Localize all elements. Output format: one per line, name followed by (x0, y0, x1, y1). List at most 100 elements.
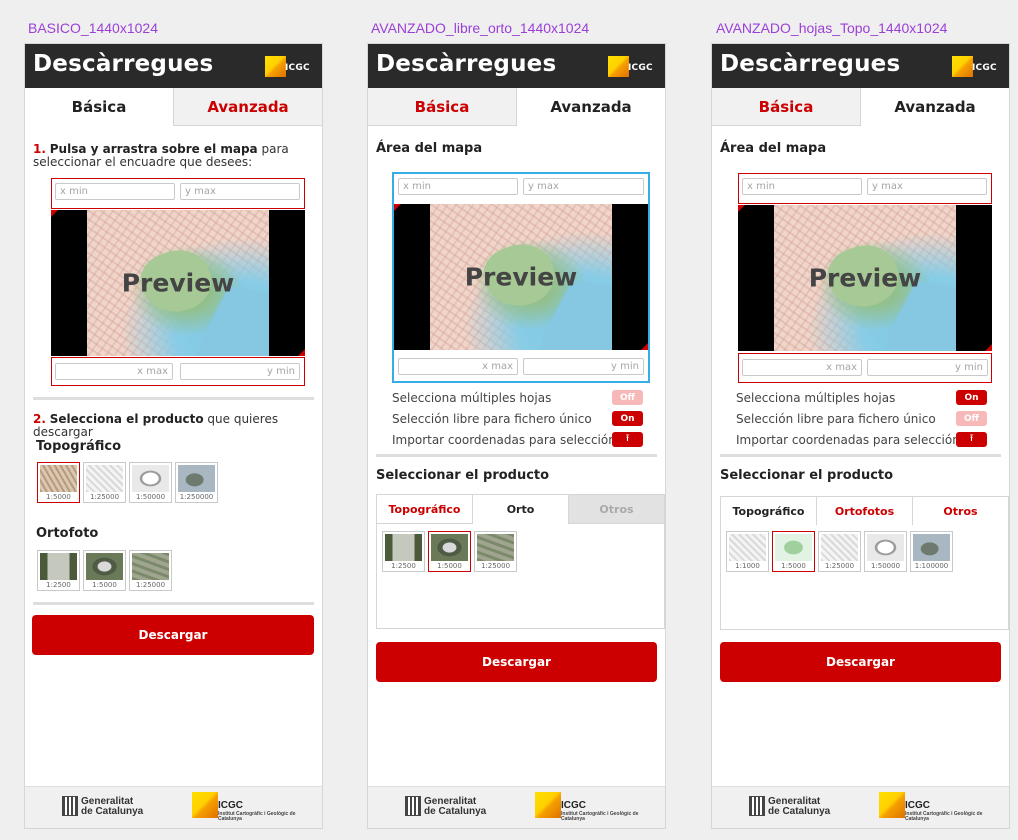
topo-thumb[interactable]: 1:25000 (83, 462, 126, 503)
drag-handle-tl[interactable] (738, 205, 745, 212)
topo-thumb[interactable]: 1:50000 (864, 531, 907, 572)
upload-icon[interactable]: ⭱ (612, 432, 643, 447)
ortho-thumb[interactable]: 1:5000 (428, 531, 471, 572)
x-max-input[interactable]: x max (742, 359, 862, 376)
y-min-input[interactable]: y min (180, 363, 300, 380)
product-title: Seleccionar el producto (376, 468, 550, 483)
drag-handle-br[interactable] (985, 344, 992, 351)
drag-handle-br[interactable] (298, 349, 305, 356)
tab-basica[interactable]: Básica (25, 88, 173, 126)
ortho-title: Ortofoto (36, 526, 99, 541)
generalitat-logo-text: Generalitat de Catalunya (81, 796, 144, 817)
y-min-input[interactable]: y min (523, 358, 644, 375)
generalitat-logo-text: Generalitat de Catalunya (424, 796, 487, 817)
topo-thumb[interactable]: 1:250000 (175, 462, 218, 503)
map-preview[interactable]: Preview (394, 204, 648, 350)
ortho-thumb[interactable]: 1:25000 (129, 550, 172, 591)
generalitat-icon (62, 796, 78, 816)
icgc-logo: ICGC (265, 56, 313, 77)
product-tab-otros[interactable]: Otros (913, 497, 1008, 526)
generalitat-icon (405, 796, 421, 816)
topo-thumb[interactable]: 1:5000 (37, 462, 80, 503)
option-import-coords: Importar coordenadas para selección ⭱ (392, 432, 643, 448)
topo-thumb[interactable]: 1:1000 (726, 531, 769, 572)
panel-hojas-topo: Descàrregues ICGC Básica Avanzada Área d… (711, 43, 1010, 829)
y-max-input[interactable]: y max (867, 178, 987, 195)
y-max-input[interactable]: y max (523, 178, 644, 195)
product-tabs: Topográfico Ortofotos Otros (720, 496, 1009, 526)
topo-thumb[interactable]: 1:25000 (818, 531, 861, 572)
tab-avanzada[interactable]: Avanzada (861, 88, 1009, 126)
mode-tabs: Básica Avanzada (25, 88, 322, 126)
icgc-footer-subtitle: Institut Cartogràfic i Geològic de Catal… (905, 811, 983, 822)
preview-label: Preview (121, 268, 235, 298)
footer: Generalitat de Catalunya ICGC Institut Ca… (25, 786, 322, 828)
ortho-thumb[interactable]: 1:2500 (382, 531, 425, 572)
option-free-selection: Selección libre para fichero único Off (736, 411, 987, 427)
icgc-footer-subtitle: Institut Cartogràfic i Geològic de Catal… (218, 811, 296, 822)
option-free-selection: Selección libre para fichero único On (392, 411, 643, 427)
icgc-footer-icon (879, 792, 905, 818)
generalitat-icon (749, 796, 765, 816)
mode-tabs: Básica Avanzada (712, 88, 1009, 126)
topo-thumb[interactable]: 1:5000 (772, 531, 815, 572)
drag-handle-br[interactable] (641, 343, 648, 350)
x-min-input[interactable]: x min (398, 178, 518, 195)
step2-instructions: 2. Selecciona el producto que quieres de… (33, 412, 279, 439)
tab-avanzada[interactable]: Avanzada (173, 88, 322, 126)
footer: Generalitat de Catalunya ICGC Institut Ca… (368, 786, 665, 828)
upload-icon[interactable]: ⭱ (956, 432, 987, 447)
ortho-thumb[interactable]: 1:2500 (37, 550, 80, 591)
icgc-footer-title: ICGC (218, 800, 243, 811)
map-preview[interactable]: Preview (738, 205, 992, 351)
product-tab-orto[interactable]: Orto (473, 495, 569, 524)
icgc-footer-icon (192, 792, 218, 818)
panel-basico: Descàrregues ICGC Básica Avanzada 1. Pul… (24, 43, 323, 829)
download-button[interactable]: Descargar (720, 642, 1001, 682)
x-min-input[interactable]: x min (742, 178, 862, 195)
icgc-footer-icon (535, 792, 561, 818)
topo-thumb[interactable]: 1:100000 (910, 531, 953, 572)
ortho-thumbs: 1:2500 1:5000 1:25000 (37, 550, 172, 591)
tab-basica[interactable]: Básica (368, 88, 517, 126)
product-tab-topografico[interactable]: Topográfico (377, 495, 473, 524)
download-button[interactable]: Descargar (376, 642, 657, 682)
page-title: Descàrregues (720, 51, 901, 77)
download-button[interactable]: Descargar (32, 615, 314, 655)
page-title: Descàrregues (376, 51, 557, 77)
product-tab-topografico[interactable]: Topográfico (721, 497, 817, 526)
frame-label-basico: BASICO_1440x1024 (28, 20, 158, 36)
option-multiple-sheets: Selecciona múltiples hojas Off (392, 390, 643, 406)
map-preview[interactable]: Preview (51, 210, 305, 356)
product-tab-otros[interactable]: Otros (569, 495, 664, 524)
drag-handle-tl[interactable] (394, 204, 401, 211)
area-title: Área del mapa (376, 141, 483, 156)
drag-handle-tl[interactable] (51, 210, 58, 217)
product-tab-ortofotos[interactable]: Ortofotos (817, 497, 913, 526)
topo-thumb[interactable]: 1:50000 (129, 462, 172, 503)
tab-avanzada[interactable]: Avanzada (517, 88, 665, 126)
x-max-input[interactable]: x max (55, 363, 173, 380)
toggle-multiple-sheets[interactable]: On (956, 390, 987, 405)
ortho-thumb[interactable]: 1:5000 (83, 550, 126, 591)
x-max-input[interactable]: x max (398, 358, 518, 375)
header: Descàrregues ICGC (25, 44, 322, 88)
topo-thumbs: 1:5000 1:25000 1:50000 1:250000 (37, 462, 218, 503)
step1-instructions: 1. Pulsa y arrastra sobre el mapa para s… (33, 142, 289, 169)
toggle-free-selection[interactable]: Off (956, 411, 987, 426)
y-max-input[interactable]: y max (180, 183, 300, 200)
toggle-free-selection[interactable]: On (612, 411, 643, 426)
tab-basica[interactable]: Básica (712, 88, 861, 126)
y-min-input[interactable]: y min (867, 359, 988, 376)
preview-label: Preview (808, 263, 922, 293)
icgc-footer-title: ICGC (561, 800, 586, 811)
ortho-thumb[interactable]: 1:25000 (474, 531, 517, 572)
page-title: Descàrregues (33, 51, 214, 77)
option-multiple-sheets: Selecciona múltiples hojas On (736, 390, 987, 406)
toggle-multiple-sheets[interactable]: Off (612, 390, 643, 405)
divider (720, 454, 1001, 457)
mode-tabs: Básica Avanzada (368, 88, 665, 126)
x-min-input[interactable]: x min (55, 183, 175, 200)
divider (376, 454, 657, 457)
ortho-thumbs: 1:2500 1:5000 1:25000 (382, 531, 517, 572)
